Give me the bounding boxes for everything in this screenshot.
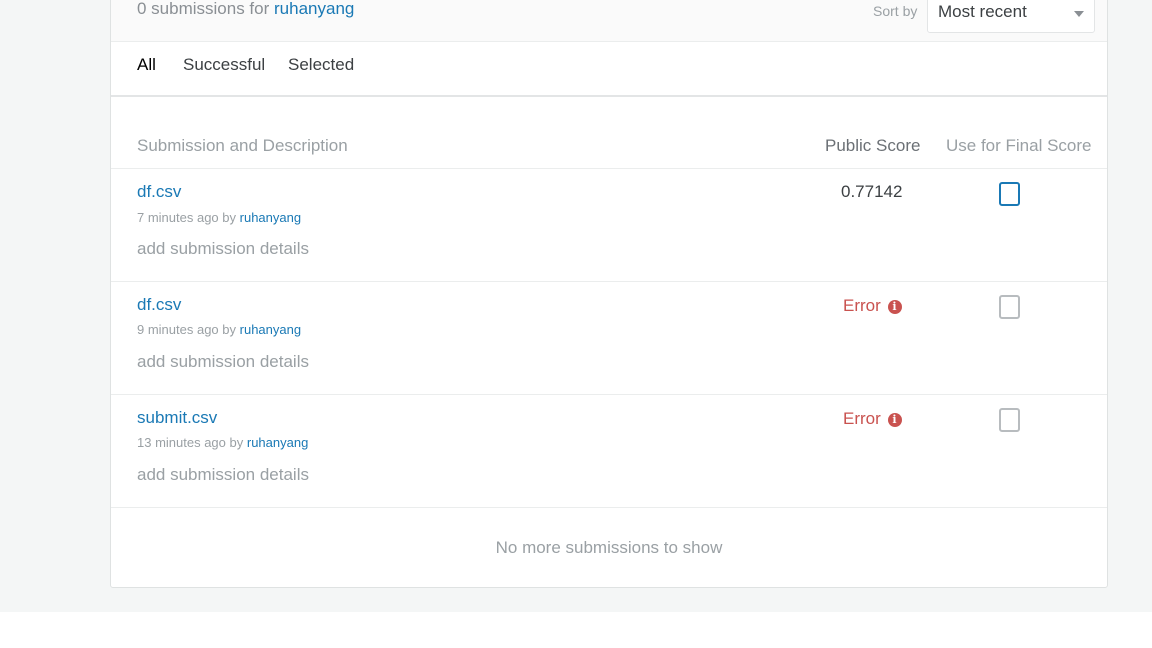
add-submission-details-link[interactable]: add submission details (137, 239, 309, 259)
error-status[interactable]: Error i (843, 296, 902, 316)
sort-label: Sort by (873, 3, 918, 19)
column-header-final-score: Use for Final Score (946, 136, 1092, 155)
sort-selected-value: Most recent (938, 2, 1027, 21)
info-circle-icon[interactable]: i (887, 300, 902, 314)
use-for-final-score-checkbox[interactable] (999, 182, 1020, 206)
tab-successful[interactable]: Successful (183, 55, 265, 75)
error-status[interactable]: Error i (843, 409, 902, 429)
submission-author-link[interactable]: ruhanyang (240, 210, 301, 225)
submission-time: 13 minutes ago by (137, 435, 244, 450)
table-row-divider (111, 507, 1107, 508)
use-for-final-score-checkbox[interactable] (999, 408, 1020, 432)
column-header-public-score[interactable]: Public Score (825, 136, 920, 156)
submission-file-link[interactable]: submit.csv (137, 408, 217, 428)
table-row-divider (111, 394, 1107, 395)
info-circle-icon[interactable]: i (887, 413, 902, 427)
submission-author-link[interactable]: ruhanyang (247, 435, 308, 450)
table-divider (111, 168, 1107, 169)
column-header-submission: Submission and Description (137, 136, 348, 155)
no-more-submissions-message: No more submissions to show (495, 538, 723, 557)
submission-meta: 13 minutes ago by ruhanyang (137, 435, 308, 450)
submission-time: 9 minutes ago by (137, 322, 237, 337)
submission-meta: 7 minutes ago by ruhanyang (137, 210, 301, 225)
public-score-value: 0.77142 (841, 182, 903, 201)
submission-file-link[interactable]: df.csv (137, 182, 181, 202)
error-label: Error (843, 409, 881, 428)
username-link[interactable]: ruhanyang (274, 0, 354, 18)
use-for-final-score-checkbox[interactable] (999, 295, 1020, 319)
submission-meta: 9 minutes ago by ruhanyang (137, 322, 301, 337)
tab-all[interactable]: All (137, 55, 156, 75)
submission-filter-tabs: All Successful Selected (111, 42, 1107, 97)
submissions-card: 0 submissions for ruhanyang Sort by Most… (110, 0, 1108, 588)
submission-time: 7 minutes ago by (137, 210, 237, 225)
sort-dropdown[interactable]: Most recent (927, 0, 1095, 33)
submission-count: 0 submissions for ruhanyang (137, 0, 354, 19)
table-row-divider (111, 281, 1107, 282)
submission-file-link[interactable]: df.csv (137, 295, 181, 315)
error-label: Error (843, 296, 881, 315)
submission-author-link[interactable]: ruhanyang (240, 322, 301, 337)
add-submission-details-link[interactable]: add submission details (137, 465, 309, 485)
submissions-header: 0 submissions for ruhanyang Sort by Most… (111, 0, 1107, 42)
tab-selected[interactable]: Selected (288, 55, 354, 75)
chevron-down-icon (1074, 11, 1084, 17)
add-submission-details-link[interactable]: add submission details (137, 352, 309, 372)
submission-count-prefix: 0 submissions for (137, 0, 270, 18)
